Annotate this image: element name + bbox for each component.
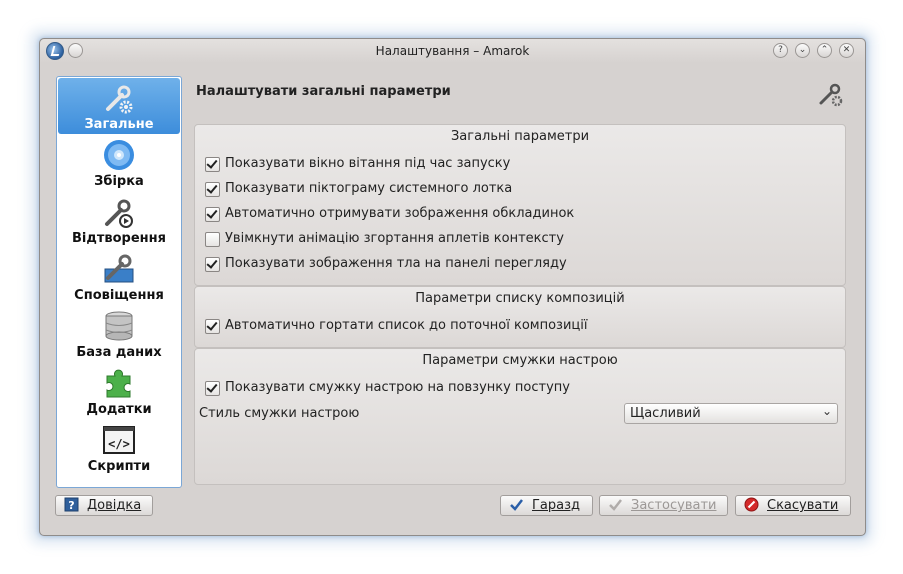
sidebar-item-label: Скрипти bbox=[87, 459, 151, 474]
apply-button[interactable]: Застосувати bbox=[599, 495, 728, 516]
button-label: Скасувати bbox=[767, 498, 839, 513]
wrench-gear-icon bbox=[106, 85, 133, 114]
cancel-icon bbox=[744, 497, 759, 512]
sidebar-item-label: База даних bbox=[76, 345, 162, 360]
checkbox-label: Показувати зображення тла на панелі пере… bbox=[225, 256, 567, 271]
button-label: Гаразд bbox=[532, 498, 581, 513]
sidebar-item-notifications[interactable]: Сповіщення bbox=[58, 249, 180, 305]
playlist-options-group: Параметри списку композицій Автоматично … bbox=[194, 286, 846, 348]
sidebar-item-playback[interactable]: Відтворення bbox=[58, 192, 180, 248]
wrench-gear-icon bbox=[819, 83, 843, 107]
sidebar: Загальне Збірка Відтворення Сповіщення Б… bbox=[56, 76, 182, 488]
database-icon bbox=[105, 311, 133, 341]
checkbox[interactable] bbox=[205, 381, 220, 396]
settings-dialog: Налаштування – Amarok ? ⌄ ⌃ ✕ Загальне З… bbox=[39, 38, 866, 536]
checkbox[interactable] bbox=[205, 157, 220, 172]
moodbar-style-label: Стиль смужки настрою bbox=[199, 406, 360, 421]
group-title: Параметри списку композицій bbox=[415, 291, 625, 306]
sidebar-item-label: Сповіщення bbox=[74, 288, 164, 303]
button-label: Довідка bbox=[87, 498, 142, 513]
svg-text:</>: </> bbox=[108, 437, 130, 451]
sidebar-item-scripts[interactable]: </> Скрипти bbox=[58, 420, 180, 476]
puzzle-icon bbox=[106, 369, 131, 398]
select-value: Щасливий bbox=[630, 406, 701, 421]
maximize-icon[interactable]: ⌃ bbox=[817, 43, 832, 58]
minimize-icon[interactable]: ⌄ bbox=[795, 43, 810, 58]
cd-icon bbox=[104, 140, 134, 170]
page-title: Налаштувати загальні параметри bbox=[196, 84, 451, 99]
close-icon[interactable]: ✕ bbox=[839, 43, 854, 58]
group-title: Параметри смужки настрою bbox=[422, 353, 618, 368]
ok-button[interactable]: Гаразд bbox=[500, 495, 593, 516]
checkbox-label: Увімкнути анімацію згортання аплетів кон… bbox=[225, 231, 564, 246]
checkmark-icon bbox=[510, 499, 523, 511]
group-title: Загальні параметри bbox=[450, 129, 590, 144]
sidebar-item-label: Відтворення bbox=[72, 231, 166, 246]
script-icon: </> bbox=[103, 426, 135, 454]
window-title: Налаштування – Amarok bbox=[375, 44, 530, 58]
sidebar-item-collection[interactable]: Збірка bbox=[58, 135, 180, 191]
checkbox[interactable] bbox=[205, 319, 220, 334]
checkbox[interactable] bbox=[205, 257, 220, 272]
sidebar-item-plugins[interactable]: Додатки bbox=[58, 363, 180, 419]
chevron-down-icon: ⌄ bbox=[821, 404, 832, 418]
sidebar-item-general[interactable]: Загальне bbox=[58, 78, 180, 134]
checkbox[interactable] bbox=[205, 182, 220, 197]
wrench-panel-icon bbox=[104, 254, 134, 283]
svg-text:?: ? bbox=[68, 499, 74, 512]
title-bar[interactable]: Налаштування – Amarok ? ⌄ ⌃ ✕ bbox=[40, 39, 865, 63]
checkbox-label: Показувати вікно вітання під час запуску bbox=[225, 156, 511, 171]
checkbox[interactable] bbox=[205, 232, 220, 247]
checkmark-icon bbox=[609, 499, 622, 511]
sidebar-item-label: Збірка bbox=[94, 174, 144, 189]
help-button[interactable]: ? Довідка bbox=[55, 495, 153, 516]
wrench-play-icon bbox=[105, 199, 133, 228]
checkbox-label: Автоматично гортати список до поточної к… bbox=[225, 318, 588, 333]
sidebar-item-database[interactable]: База даних bbox=[58, 306, 180, 362]
sidebar-item-label: Загальне bbox=[84, 117, 154, 132]
checkbox[interactable] bbox=[205, 207, 220, 222]
help-book-icon: ? bbox=[64, 497, 79, 512]
button-label: Застосувати bbox=[631, 498, 717, 513]
general-options-group: Загальні параметри Показувати вікно віта… bbox=[194, 124, 846, 286]
checkbox-label: Показувати піктограму системного лотка bbox=[225, 181, 513, 196]
cancel-button[interactable]: Скасувати bbox=[735, 495, 851, 516]
help-question-icon[interactable]: ? bbox=[773, 43, 788, 58]
checkbox-label: Показувати смужку настрою на повзунку по… bbox=[225, 380, 570, 395]
moodbar-style-select[interactable]: Щасливий ⌄ bbox=[624, 403, 838, 424]
checkbox-label: Автоматично отримувати зображення обклад… bbox=[225, 206, 575, 221]
sidebar-item-label: Додатки bbox=[86, 402, 152, 417]
